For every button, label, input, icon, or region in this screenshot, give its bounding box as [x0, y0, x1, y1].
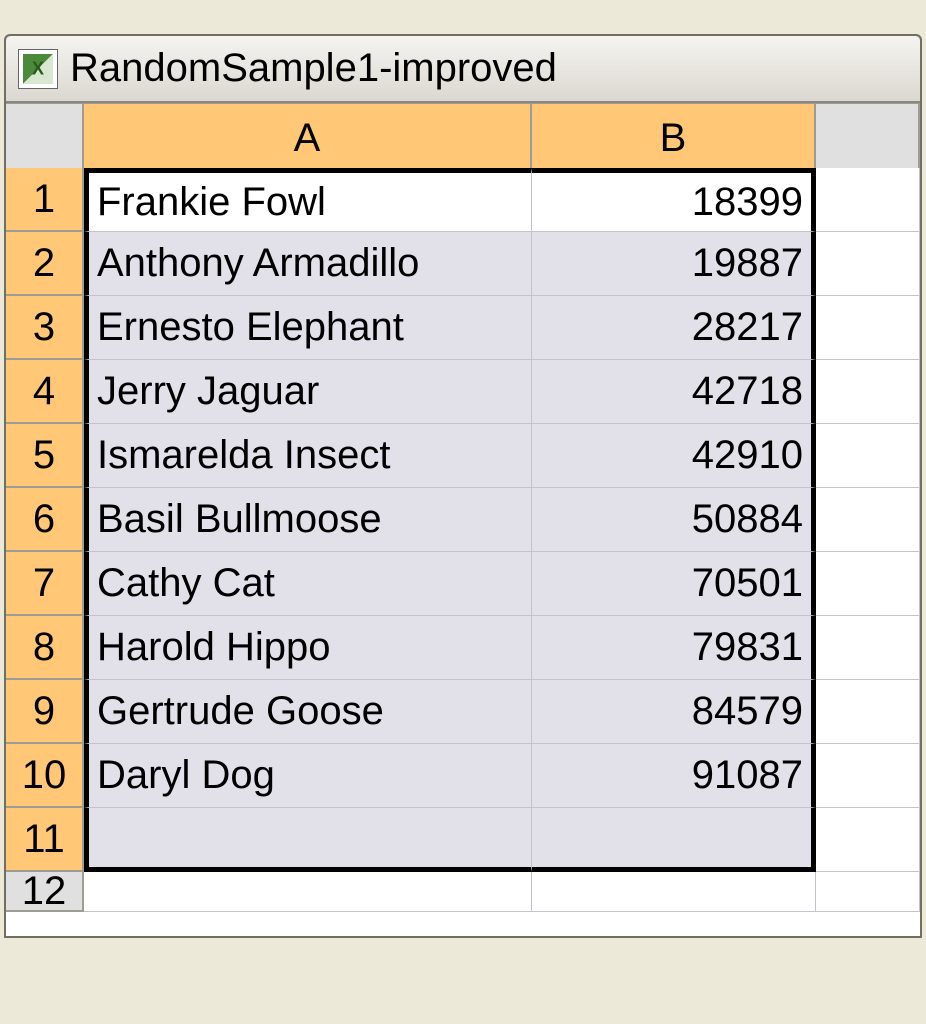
row-header[interactable]: 1	[6, 168, 84, 232]
row-header[interactable]: 10	[6, 744, 84, 808]
cell[interactable]: Daryl Dog	[84, 744, 532, 808]
cell[interactable]: Gertrude Goose	[84, 680, 532, 744]
cell[interactable]: 42718	[532, 360, 816, 424]
cell[interactable]	[816, 680, 920, 744]
row-header[interactable]: 8	[6, 616, 84, 680]
cell[interactable]: 18399	[532, 168, 816, 232]
workbook-window: RandomSample1-improved A B 1 Frankie Fow…	[4, 34, 922, 938]
cell[interactable]: Anthony Armadillo	[84, 232, 532, 296]
cell[interactable]: 28217	[532, 296, 816, 360]
cell[interactable]: Ismarelda Insect	[84, 424, 532, 488]
select-all-button[interactable]	[6, 104, 84, 174]
cell[interactable]: Basil Bullmoose	[84, 488, 532, 552]
cell[interactable]	[816, 232, 920, 296]
cell[interactable]: Cathy Cat	[84, 552, 532, 616]
cell[interactable]	[532, 808, 816, 872]
titlebar[interactable]: RandomSample1-improved	[6, 36, 920, 103]
cell[interactable]	[816, 296, 920, 360]
cell[interactable]: Harold Hippo	[84, 616, 532, 680]
row-header[interactable]: 6	[6, 488, 84, 552]
cell[interactable]: 79831	[532, 616, 816, 680]
row-header[interactable]: 9	[6, 680, 84, 744]
cell[interactable]	[84, 872, 532, 912]
cell[interactable]: 42910	[532, 424, 816, 488]
cell[interactable]: 70501	[532, 552, 816, 616]
cell-grid: A B 1 Frankie Fowl 18399 2 Anthony Armad…	[6, 104, 920, 936]
column-header-c[interactable]	[816, 104, 920, 174]
cell[interactable]	[816, 488, 920, 552]
column-header-b[interactable]: B	[532, 104, 816, 174]
cell[interactable]: Jerry Jaguar	[84, 360, 532, 424]
cell[interactable]: Ernesto Elephant	[84, 296, 532, 360]
row-header[interactable]: 5	[6, 424, 84, 488]
cell[interactable]	[816, 808, 920, 872]
row-header[interactable]: 3	[6, 296, 84, 360]
row-header[interactable]: 2	[6, 232, 84, 296]
row-header[interactable]: 11	[6, 808, 84, 872]
row-header[interactable]: 7	[6, 552, 84, 616]
cell[interactable]	[84, 808, 532, 872]
row-header[interactable]: 12	[6, 872, 84, 912]
column-header-a[interactable]: A	[84, 104, 532, 174]
cell[interactable]: Frankie Fowl	[84, 168, 532, 232]
row-header[interactable]: 4	[6, 360, 84, 424]
cell[interactable]: 19887	[532, 232, 816, 296]
cell[interactable]: 84579	[532, 680, 816, 744]
cell[interactable]	[816, 168, 920, 232]
cell[interactable]	[816, 744, 920, 808]
cell[interactable]	[816, 616, 920, 680]
cell[interactable]	[532, 872, 816, 912]
cell[interactable]: 50884	[532, 488, 816, 552]
cell[interactable]	[816, 360, 920, 424]
worksheet: A B 1 Frankie Fowl 18399 2 Anthony Armad…	[6, 103, 920, 936]
cell[interactable]	[816, 552, 920, 616]
cell[interactable]	[816, 424, 920, 488]
excel-icon	[18, 49, 58, 89]
workbook-title: RandomSample1-improved	[70, 46, 557, 91]
cell[interactable]	[816, 872, 920, 912]
cell[interactable]: 91087	[532, 744, 816, 808]
